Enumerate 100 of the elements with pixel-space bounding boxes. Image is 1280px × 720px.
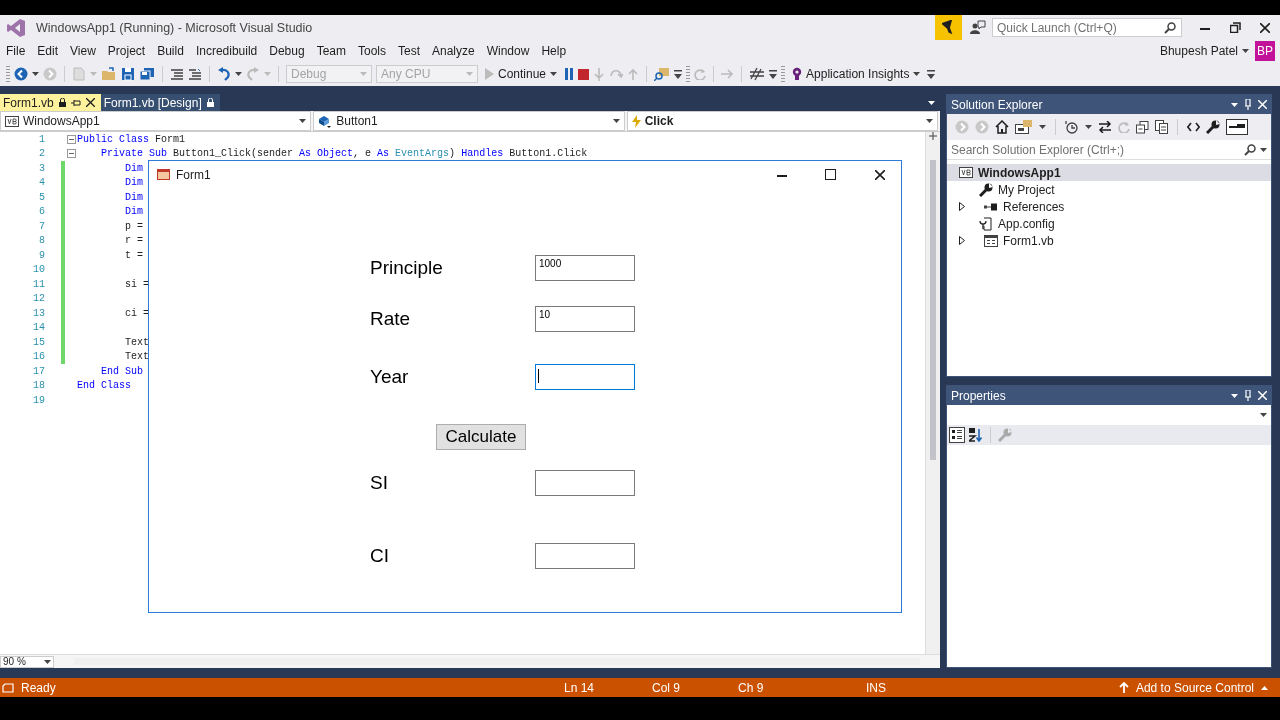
tree-item[interactable]: Form1.vb — [947, 232, 1271, 249]
dropdown[interactable]: Click — [626, 111, 938, 131]
source-control-button[interactable]: Add to Source Control — [1118, 680, 1268, 695]
dropdown[interactable]: WindowsApp1 — [0, 111, 312, 131]
code-line: Text — [124, 351, 149, 363]
menu-item[interactable]: Help — [535, 41, 573, 61]
caret-icon[interactable] — [235, 72, 242, 76]
code-line: Dim — [124, 206, 143, 218]
caret-icon[interactable] — [1231, 102, 1238, 107]
close-icon[interactable] — [874, 169, 885, 180]
overflow-icon[interactable] — [674, 69, 683, 79]
preview-icon[interactable] — [1226, 119, 1248, 135]
status-icon — [2, 682, 14, 693]
insert-mode: INS — [866, 680, 886, 695]
menu-item[interactable]: File — [0, 41, 32, 61]
uncomment-icon[interactable] — [188, 68, 202, 80]
project-icon — [5, 115, 19, 127]
comment-icon[interactable] — [170, 68, 184, 80]
overflow-icon[interactable] — [927, 69, 936, 79]
text-field[interactable]: 1000 — [535, 255, 635, 281]
overflow-icon[interactable] — [769, 69, 778, 79]
close-icon[interactable] — [85, 98, 95, 107]
save-all-icon[interactable] — [139, 67, 155, 81]
account-avatar[interactable]: BP — [1255, 41, 1275, 61]
quick-launch-field[interactable]: Quick Launch (Ctrl+Q) — [992, 18, 1182, 37]
menu-item[interactable]: View — [64, 41, 102, 61]
continue-button[interactable]: Continue — [482, 64, 561, 84]
restore-icon[interactable] — [1229, 22, 1241, 33]
folder-icon[interactable] — [1015, 120, 1033, 134]
wrench-icon[interactable] — [1206, 120, 1220, 134]
vertical-scrollbar[interactable] — [925, 132, 940, 654]
home-icon[interactable] — [995, 120, 1009, 134]
menu-item[interactable]: Analyze — [426, 41, 481, 61]
menu-item[interactable]: Edit — [31, 41, 65, 61]
calculate-button[interactable]: Calculate — [436, 424, 526, 450]
caret-icon — [1260, 147, 1267, 152]
expand-arrow-icon[interactable] — [959, 202, 965, 211]
caret-icon[interactable] — [1039, 125, 1046, 129]
categorized-icon[interactable] — [949, 427, 965, 443]
caret-icon — [1260, 413, 1267, 417]
tree-item[interactable]: App.config — [947, 215, 1271, 232]
notification-button[interactable] — [935, 15, 962, 40]
pause-icon[interactable] — [564, 68, 575, 80]
account-name[interactable]: Bhupesh Patel — [1159, 44, 1238, 58]
undo-icon[interactable] — [217, 67, 231, 81]
collapse-icon[interactable] — [66, 149, 76, 159]
close-icon[interactable] — [1260, 22, 1270, 33]
code-icon[interactable] — [1187, 122, 1200, 132]
insights-button[interactable]: Application Insights — [789, 64, 924, 84]
sync-icon[interactable] — [1098, 121, 1112, 133]
sort-icon[interactable] — [969, 428, 983, 442]
menu-item[interactable]: Test — [392, 41, 426, 61]
field-label: Year — [370, 366, 410, 388]
collapse-icon[interactable] — [66, 134, 76, 144]
history-icon[interactable] — [1065, 120, 1079, 134]
line-number: 14 — [32, 322, 45, 334]
copy-icon[interactable] — [1155, 120, 1168, 134]
field-label: Principle — [370, 257, 444, 279]
text-field[interactable]: 10 — [535, 306, 635, 332]
zoom-dropdown[interactable]: 90 % — [0, 655, 54, 668]
menu-item[interactable]: Team — [310, 41, 352, 61]
dropdown[interactable]: Button1 — [313, 111, 625, 131]
document-tab[interactable]: Form1.vb — [0, 94, 101, 111]
code-line: Private Sub Button1_Click(sender As Object, e As EventArgs) Handles Button1.Click — [100, 148, 588, 160]
feedback-icon[interactable] — [970, 19, 986, 36]
caret-icon[interactable] — [1085, 125, 1092, 129]
caret-icon[interactable] — [928, 100, 935, 105]
maximize-icon[interactable] — [825, 169, 836, 180]
event-icon — [631, 114, 641, 128]
find-icon[interactable] — [654, 67, 671, 81]
caret-icon[interactable] — [1231, 393, 1238, 398]
pin-icon[interactable] — [70, 98, 81, 107]
menu-item[interactable]: Debug — [263, 41, 311, 61]
line-number: 8 — [38, 235, 45, 247]
text-field[interactable] — [535, 364, 635, 390]
text-field[interactable] — [535, 470, 635, 496]
line-number: 16 — [32, 351, 45, 363]
back-icon[interactable] — [14, 67, 28, 81]
lock-icon — [206, 98, 214, 107]
text-field[interactable] — [535, 543, 635, 569]
menu-item[interactable]: Window — [480, 41, 536, 61]
open-folder-icon[interactable] — [101, 67, 117, 81]
plus-icon[interactable] — [929, 132, 937, 140]
menu-item[interactable]: Incredibuild — [189, 41, 264, 61]
document-tab[interactable]: Form1.vb [Design] — [100, 94, 220, 111]
menu-item[interactable]: Project — [101, 41, 152, 61]
caret-icon — [926, 119, 933, 123]
hatched-icon[interactable] — [749, 67, 766, 81]
menu-item[interactable]: Tools — [351, 41, 392, 61]
menu-item[interactable]: Build — [151, 41, 190, 61]
tree-item[interactable]: WindowsApp1 — [947, 164, 1271, 181]
caret-icon[interactable] — [1242, 49, 1249, 53]
caret-icon[interactable] — [32, 72, 39, 76]
save-icon[interactable] — [121, 67, 135, 81]
tree-item[interactable]: References — [947, 198, 1271, 215]
expand-arrow-icon[interactable] — [959, 236, 965, 245]
up-arrow-icon — [1118, 682, 1129, 693]
collapse-all-icon[interactable] — [1136, 120, 1149, 134]
stop-icon[interactable] — [578, 68, 590, 80]
tree-item[interactable]: My Project — [947, 181, 1271, 198]
